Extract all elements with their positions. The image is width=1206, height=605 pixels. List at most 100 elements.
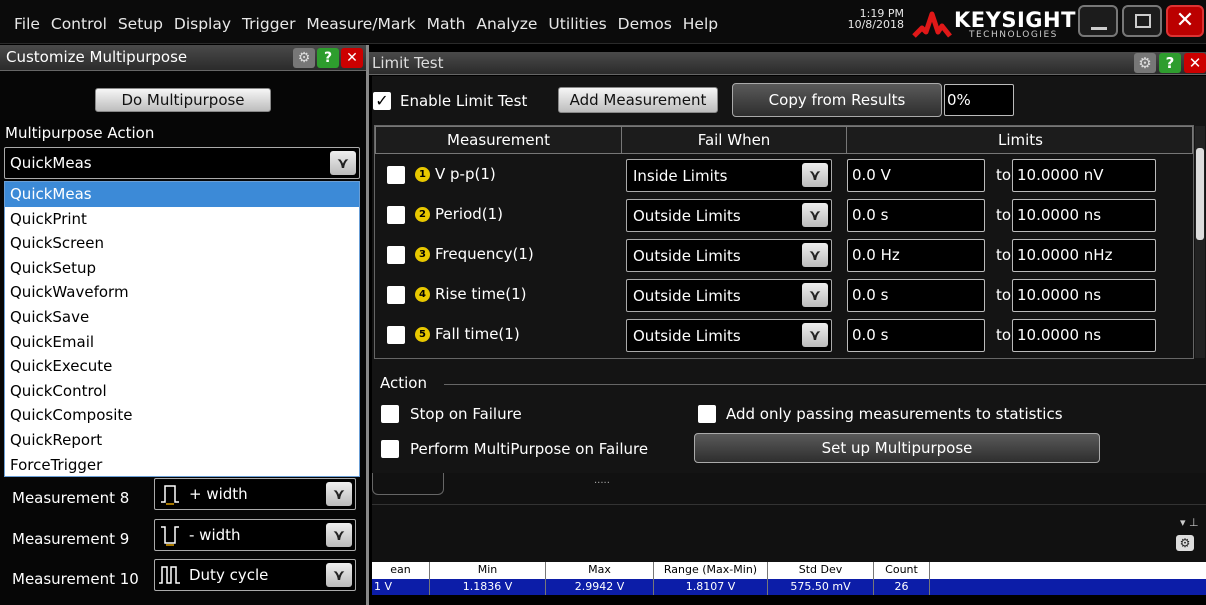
menu-setup[interactable]: Setup xyxy=(118,15,163,33)
measurement-8-select[interactable]: + width ⋎ xyxy=(154,478,356,510)
gear-icon[interactable]: ⚙ xyxy=(1134,53,1156,73)
option-quickprint[interactable]: QuickPrint xyxy=(5,207,359,232)
row-1-fail-when: Inside Limits xyxy=(633,167,728,185)
option-forcetrigger[interactable]: ForceTrigger xyxy=(5,453,359,478)
multipurpose-action-select[interactable]: QuickMeas ⋎ xyxy=(4,147,360,179)
option-quicksetup[interactable]: QuickSetup xyxy=(5,256,359,281)
menu-display[interactable]: Display xyxy=(174,15,231,33)
row-1-checkbox[interactable] xyxy=(387,166,405,184)
add-measurement-button[interactable]: Add Measurement xyxy=(558,87,718,113)
pin-icon[interactable]: ▾ ⊥ xyxy=(1180,516,1199,529)
row-4-high-limit-input[interactable]: 10.0000 ns xyxy=(1012,279,1156,312)
option-quickemail[interactable]: QuickEmail xyxy=(5,330,359,355)
maximize-button[interactable] xyxy=(1122,5,1162,37)
gear-icon[interactable]: ⚙ xyxy=(1176,535,1194,551)
menu-demos[interactable]: Demos xyxy=(618,15,672,33)
chevron-down-icon[interactable]: ⋎ xyxy=(326,523,352,547)
menu-math[interactable]: Math xyxy=(427,15,466,33)
option-quicksave[interactable]: QuickSave xyxy=(5,305,359,330)
gear-icon[interactable]: ⚙ xyxy=(293,48,315,68)
row-5-low-limit-input[interactable]: 0.0 s xyxy=(847,319,985,352)
measurement-results-area: ..... ▾ ⊥ ⚙ xyxy=(372,473,1206,562)
brand-sub: TECHNOLOGIES xyxy=(969,30,1058,40)
stats-max: 2.9942 V xyxy=(546,579,654,595)
close-app-button[interactable]: ✕ xyxy=(1166,5,1204,37)
row-3-to-label: to xyxy=(996,246,1012,264)
option-quickexecute[interactable]: QuickExecute xyxy=(5,354,359,379)
row-3-checkbox[interactable] xyxy=(387,246,405,264)
tab-stub[interactable] xyxy=(372,473,444,495)
menu-measure-mark[interactable]: Measure/Mark xyxy=(306,15,415,33)
chevron-down-icon[interactable]: ⋎ xyxy=(802,323,828,347)
chevron-down-icon[interactable]: ⋎ xyxy=(330,151,356,175)
action-group-label: Action xyxy=(380,374,427,392)
minus-width-icon xyxy=(161,526,179,546)
chevron-down-icon[interactable]: ⋎ xyxy=(802,243,828,267)
row-1-low-limit-input[interactable]: 0.0 V xyxy=(847,159,985,192)
menu-utilities[interactable]: Utilities xyxy=(548,15,606,33)
row-3-fail-when: Outside Limits xyxy=(633,247,741,265)
row-1-fail-when-select[interactable]: Inside Limits ⋎ xyxy=(626,159,832,192)
row-3-fail-when-select[interactable]: Outside Limits ⋎ xyxy=(626,239,832,272)
row-3-high-limit-input[interactable]: 10.0000 nHz xyxy=(1012,239,1156,272)
marker-3-icon: 3 xyxy=(415,247,430,262)
stats-header-row: ean Min Max Range (Max-Min) Std Dev Coun… xyxy=(372,562,1206,579)
row-5-high-limit-input[interactable]: 10.0000 ns xyxy=(1012,319,1156,352)
row-5-checkbox[interactable] xyxy=(387,326,405,344)
option-quickmeas[interactable]: QuickMeas xyxy=(5,182,359,207)
do-multipurpose-button[interactable]: Do Multipurpose xyxy=(95,88,271,112)
row-1-high-limit-input[interactable]: 10.0000 nV xyxy=(1012,159,1156,192)
row-2-low-limit-input[interactable]: 0.0 s xyxy=(847,199,985,232)
splitter-handle[interactable]: ..... xyxy=(594,475,610,486)
clock-date: 10/8/2018 xyxy=(847,18,904,31)
chevron-down-icon[interactable]: ⋎ xyxy=(802,283,828,307)
add-passing-checkbox[interactable] xyxy=(698,405,716,423)
option-quickcomposite[interactable]: QuickComposite xyxy=(5,403,359,428)
menu-control[interactable]: Control xyxy=(51,15,107,33)
table-scrollbar[interactable] xyxy=(1195,126,1205,358)
clock: 1:19 PM 10/8/2018 xyxy=(838,8,904,30)
measurement-9-select[interactable]: - width ⋎ xyxy=(154,519,356,551)
enable-limit-test-checkbox[interactable]: ✓ xyxy=(373,92,391,110)
chevron-down-icon[interactable]: ⋎ xyxy=(326,563,352,587)
multipurpose-action-label: Multipurpose Action xyxy=(5,124,155,142)
copy-from-results-button[interactable]: Copy from Results xyxy=(732,83,942,117)
stats-header-min: Min xyxy=(430,562,546,579)
chevron-down-icon[interactable]: ⋎ xyxy=(802,163,828,187)
row-2-high-limit-input[interactable]: 10.0000 ns xyxy=(1012,199,1156,232)
menu-trigger[interactable]: Trigger xyxy=(242,15,295,33)
help-icon[interactable]: ? xyxy=(1159,53,1181,73)
minimize-button[interactable] xyxy=(1078,5,1118,37)
row-2-checkbox[interactable] xyxy=(387,206,405,224)
scrollbar-thumb[interactable] xyxy=(1196,148,1204,240)
stop-on-failure-checkbox[interactable] xyxy=(381,405,399,423)
set-up-multipurpose-button[interactable]: Set up Multipurpose xyxy=(694,433,1100,463)
measurement-9-value: - width xyxy=(189,526,241,544)
row-4-fail-when-select[interactable]: Outside Limits ⋎ xyxy=(626,279,832,312)
menu-analyze[interactable]: Analyze xyxy=(476,15,537,33)
row-3-low-limit-input[interactable]: 0.0 Hz xyxy=(847,239,985,272)
row-2-fail-when-select[interactable]: Outside Limits ⋎ xyxy=(626,199,832,232)
menu-help[interactable]: Help xyxy=(683,15,718,33)
close-icon[interactable]: ✕ xyxy=(1184,53,1206,73)
perform-multipurpose-checkbox[interactable] xyxy=(381,440,399,458)
stats-table: ean Min Max Range (Max-Min) Std Dev Coun… xyxy=(372,562,1206,605)
option-quickreport[interactable]: QuickReport xyxy=(5,428,359,453)
measurement-10-select[interactable]: Duty cycle ⋎ xyxy=(154,559,356,591)
chevron-down-icon[interactable]: ⋎ xyxy=(326,482,352,506)
option-quickwaveform[interactable]: QuickWaveform xyxy=(5,280,359,305)
row-5-fail-when-select[interactable]: Outside Limits ⋎ xyxy=(626,319,832,352)
option-quickscreen[interactable]: QuickScreen xyxy=(5,231,359,256)
option-quickcontrol[interactable]: QuickControl xyxy=(5,379,359,404)
menu-file[interactable]: File xyxy=(14,15,40,33)
row-4-low-limit-input[interactable]: 0.0 s xyxy=(847,279,985,312)
action-dropdown-list: QuickMeas QuickPrint QuickScreen QuickSe… xyxy=(4,181,360,477)
row-4-checkbox[interactable] xyxy=(387,286,405,304)
menu-items: File Control Setup Display Trigger Measu… xyxy=(14,15,724,33)
stats-range: 1.8107 V xyxy=(654,579,768,595)
help-icon[interactable]: ? xyxy=(317,48,339,68)
stats-header-max: Max xyxy=(546,562,654,579)
customize-title: Customize Multipurpose xyxy=(6,48,188,66)
close-icon[interactable]: ✕ xyxy=(341,48,363,68)
chevron-down-icon[interactable]: ⋎ xyxy=(802,203,828,227)
